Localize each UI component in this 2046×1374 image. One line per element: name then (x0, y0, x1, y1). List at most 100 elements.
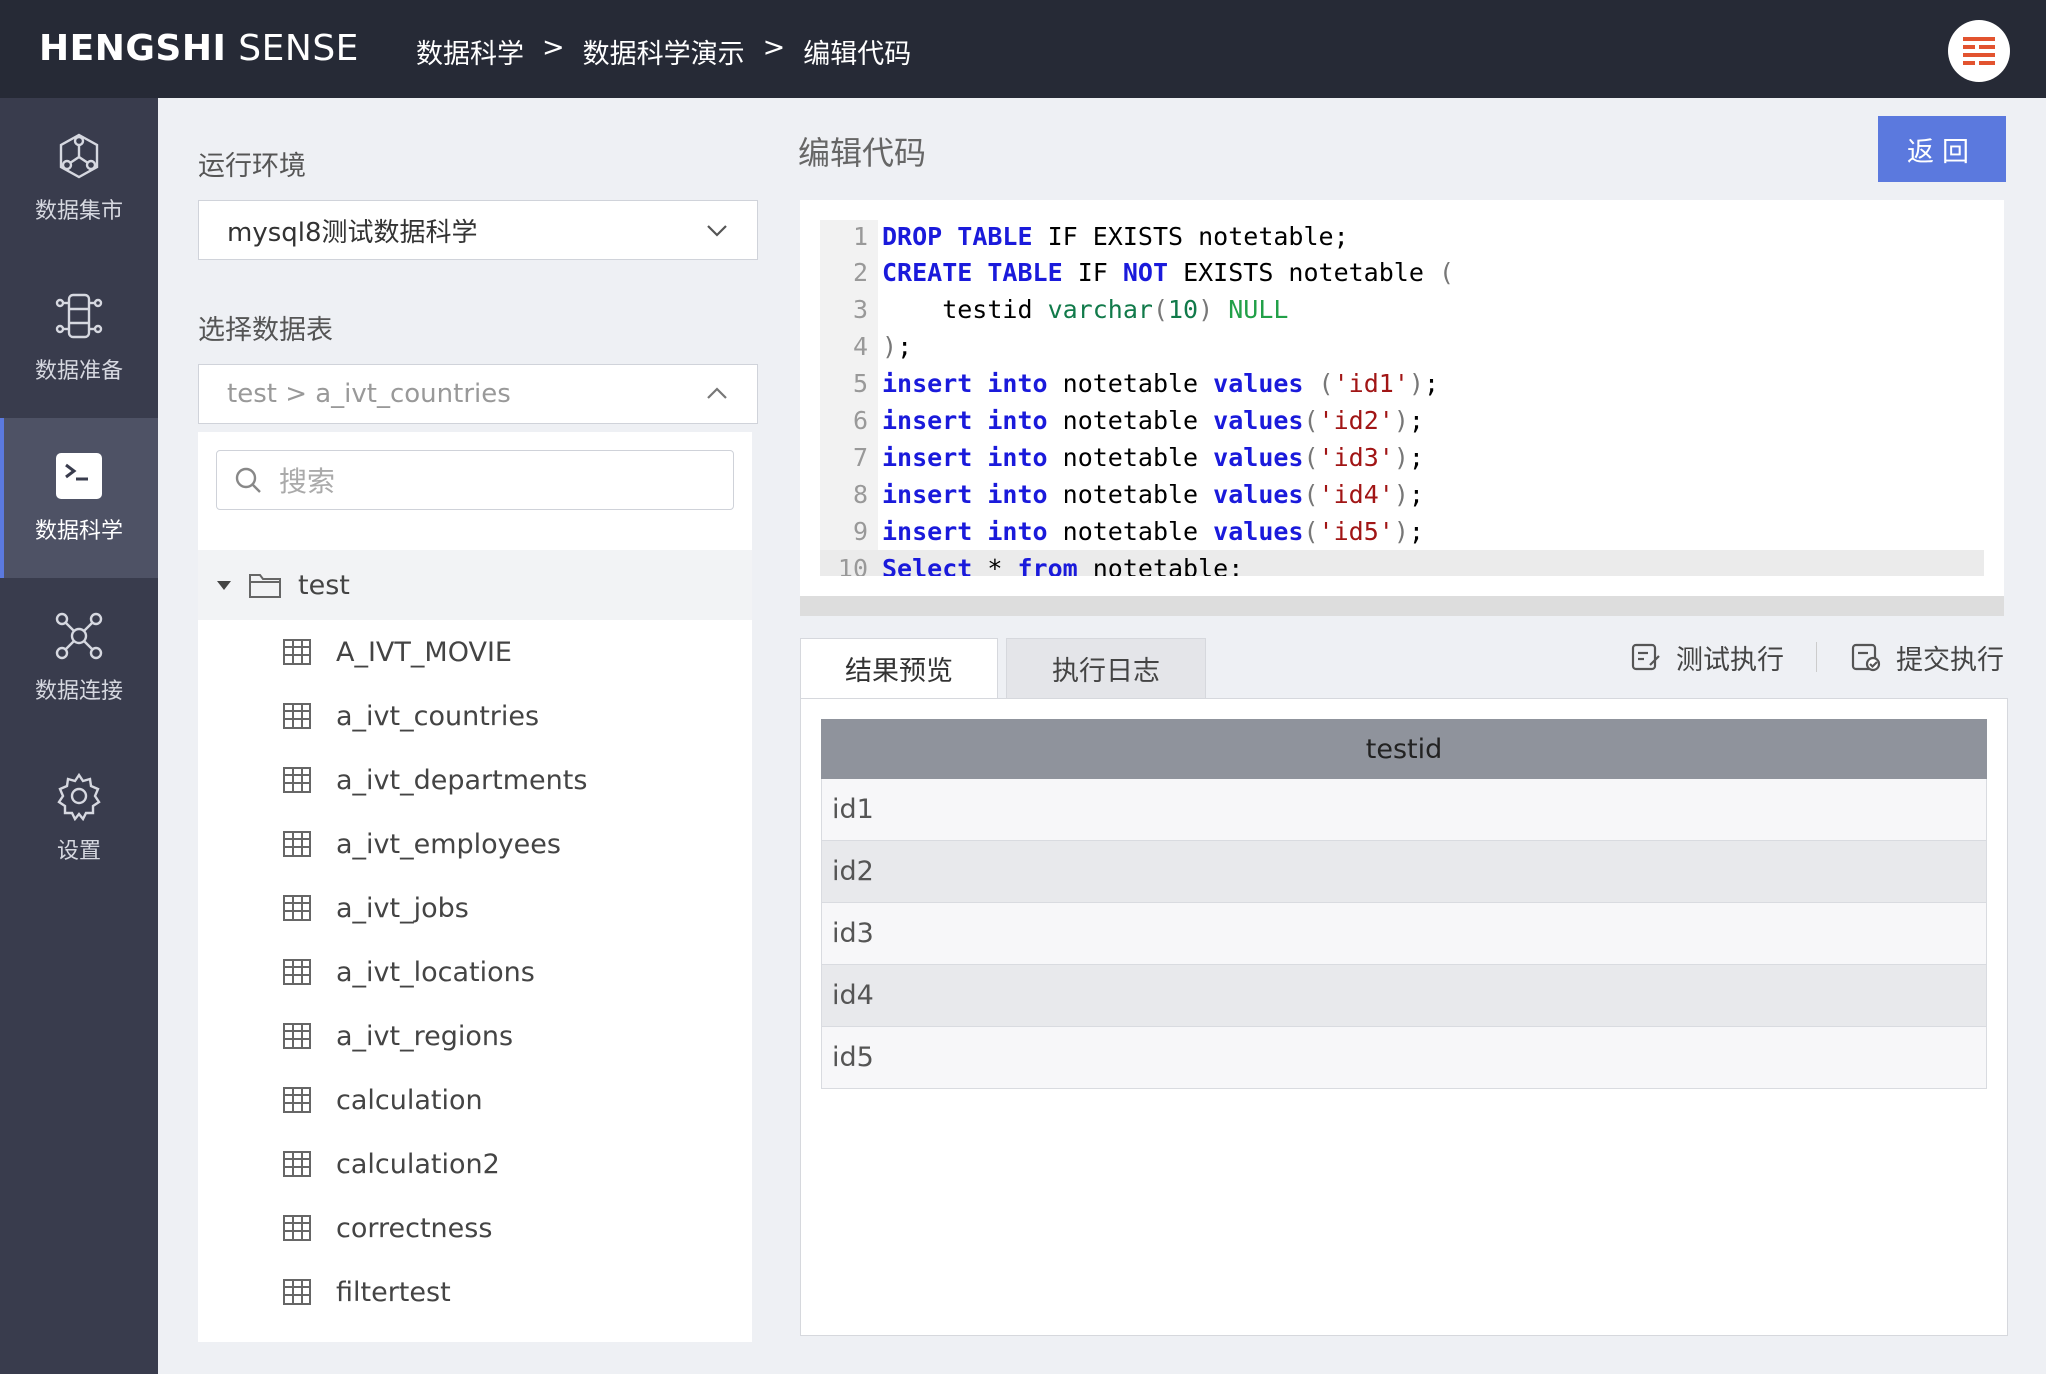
top-bar: HENGSHI SENSE 数据科学 > 数据科学演示 > 编辑代码 (0, 0, 2046, 98)
code-line[interactable]: 1 DROP TABLE IF EXISTS notetable; (820, 220, 1984, 254)
table-icon (283, 1151, 311, 1177)
tree-table-label: a_ivt_locations (336, 956, 535, 988)
line-number: 7 (852, 442, 868, 472)
code-text: insert into notetable values('id2'); (882, 406, 1424, 435)
tree-table-item[interactable]: a_ivt_locations (282, 940, 535, 1004)
code-text: insert into notetable values('id3'); (882, 442, 1424, 472)
data-mart-icon (59, 133, 99, 179)
breadcrumb-separator: > (542, 32, 565, 63)
tree-folder-test[interactable]: test (198, 550, 752, 620)
line-number: 9 (852, 516, 868, 546)
line-number: 8 (852, 479, 868, 509)
code-line[interactable]: 10 Select * from notetable; (820, 550, 1984, 576)
chevron-down-icon (707, 225, 727, 237)
breadcrumb-separator: > (762, 32, 786, 63)
line-number: 2 (852, 258, 868, 288)
code-editor[interactable]: 1 DROP TABLE IF EXISTS notetable; 2 CREATE … (820, 220, 1984, 576)
test-run-label: 测试执行 (1676, 644, 1784, 676)
sidebar-item-data-mart[interactable]: 数据集市 (0, 98, 158, 258)
tree-table-label: a_ivt_regions (336, 1020, 514, 1052)
submit-run-button[interactable]: 提交执行 (1850, 638, 2004, 676)
table-select-value: test > a_ivt_countries (227, 379, 511, 409)
tree-table-item[interactable]: notetable (282, 1324, 465, 1343)
line-number: 6 (852, 406, 868, 435)
code-text: DROP TABLE IF EXISTS notetable; (882, 221, 1349, 251)
table-icon (283, 703, 311, 729)
sidebar-item-data-prep[interactable]: 数据准备 (0, 258, 158, 418)
tree-table-item[interactable]: a_ivt_employees (282, 812, 561, 876)
tree-table-item[interactable]: calculation (282, 1068, 483, 1132)
tree-table-label: notetable (336, 1341, 465, 1343)
sidebar-item-settings[interactable]: 设置 (0, 738, 158, 898)
code-text: insert into notetable values('id5'); (882, 516, 1424, 546)
env-select[interactable]: mysql8测试数据科学 (198, 200, 758, 260)
back-button[interactable]: 返回 (1878, 116, 2006, 182)
table-dropdown: 搜索 test A_IVT_MOVIE a_ivt_countries a_ivt_… (198, 432, 752, 1342)
table-row: id1 (821, 779, 1987, 841)
edit-doc-icon (1631, 643, 1660, 671)
tree-table-item[interactable]: a_ivt_jobs (282, 876, 469, 940)
terminal-icon (56, 453, 102, 499)
sidebar-nav: 数据集市 数据准备 数据科学 数据连接 设置 (0, 98, 158, 1374)
editor-horizontal-scrollbar[interactable] (800, 596, 2004, 616)
code-text: insert into notetable values ('id1'); (882, 369, 1439, 399)
code-text: CREATE TABLE IF NOT EXISTS notetable ( (882, 258, 1455, 288)
tree-table-item[interactable]: a_ivt_regions (282, 1004, 513, 1068)
tree-table-label: calculation2 (336, 1148, 500, 1180)
breadcrumb-item-demo[interactable]: 数据科学演示 (583, 32, 745, 71)
tree-table-label: a_ivt_departments (336, 764, 588, 796)
table-icon (283, 1279, 311, 1305)
code-line[interactable]: 6 insert into notetable values('id2'); (820, 403, 1984, 439)
line-number: 5 (852, 369, 868, 399)
tree-table-label: filtertest (336, 1276, 451, 1308)
breadcrumb-item-data-science[interactable]: 数据科学 (416, 32, 524, 71)
user-avatar[interactable] (1948, 20, 2010, 82)
tab-execution-log[interactable]: 执行日志 (1006, 638, 1206, 698)
tab-result-preview[interactable]: 结果预览 (800, 638, 998, 698)
breadcrumb-item-current: 编辑代码 (803, 39, 912, 70)
company-logo-icon (1963, 37, 1995, 65)
table-header-testid[interactable]: testid (821, 719, 1987, 779)
code-line[interactable]: 7 insert into notetable values('id3'); (820, 439, 1984, 475)
tree-table-item[interactable]: filtertest (282, 1260, 451, 1324)
folder-icon (249, 574, 281, 598)
code-text: ); (882, 332, 913, 362)
code-line[interactable]: 3 testid varchar(10) NULL (820, 292, 1984, 328)
sidebar-item-label: 数据科学 (34, 519, 123, 544)
search-icon (235, 467, 261, 493)
tree-table-item[interactable]: a_ivt_countries (282, 684, 539, 748)
tree-table-label: calculation (336, 1084, 483, 1116)
action-divider (1816, 642, 1817, 672)
sidebar-item-data-connection[interactable]: 数据连接 (0, 578, 158, 738)
tree-table-item[interactable]: calculation2 (282, 1132, 500, 1196)
line-number: 1 (852, 221, 868, 251)
sidebar-item-data-science[interactable]: 数据科学 (0, 418, 158, 578)
tree-table-item[interactable]: A_IVT_MOVIE (282, 620, 512, 684)
table-icon (283, 1023, 311, 1049)
tree-table-item[interactable]: correctness (282, 1196, 492, 1260)
code-line[interactable]: 5 insert into notetable values ('id1'); (820, 366, 1984, 402)
tree-table-label: a_ivt_countries (336, 700, 540, 732)
chevron-up-icon (707, 387, 727, 399)
table-select[interactable]: test > a_ivt_countries (198, 364, 758, 424)
tree-table-label: a_ivt_employees (336, 828, 561, 860)
table-label: 选择数据表 (198, 315, 333, 346)
results-panel: testid id1 id2 id3 id4 id5 (800, 698, 2008, 1336)
env-label: 运行环境 (198, 151, 306, 182)
test-run-button[interactable]: 测试执行 (1630, 638, 1784, 676)
code-line[interactable]: 2 CREATE TABLE IF NOT EXISTS notetable ( (820, 255, 1984, 291)
code-line[interactable]: 9 insert into notetable values('id5'); (820, 513, 1984, 549)
line-number: 3 (852, 295, 868, 325)
tree-table-item[interactable]: a_ivt_departments (282, 748, 587, 812)
check-doc-icon (1851, 643, 1881, 672)
table-row: id3 (821, 903, 1987, 965)
table-row: id2 (821, 841, 1987, 903)
submit-run-label: 提交执行 (1896, 644, 2004, 676)
search-input[interactable]: 搜索 (216, 450, 734, 510)
code-text: insert into notetable values('id4'); (882, 479, 1424, 509)
code-line[interactable]: 8 insert into notetable values('id4'); (820, 476, 1984, 512)
code-line[interactable]: 4); (820, 329, 1984, 365)
table-icon (283, 831, 311, 857)
brand-logo-text[interactable]: HENGSHI SENSE (39, 28, 359, 69)
sidebar-item-label: 数据集市 (34, 199, 123, 224)
